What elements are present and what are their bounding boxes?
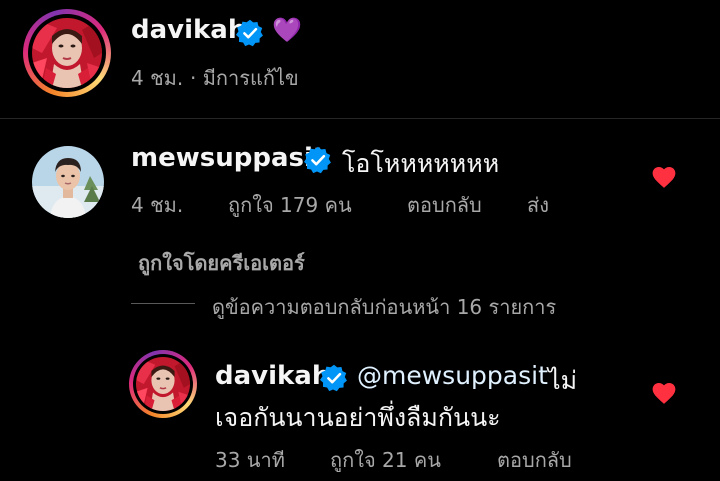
caption-username[interactable]: davikah [131, 15, 246, 45]
reply-reply-button[interactable]: ตอบกลับ [497, 444, 572, 476]
reply-likes-count[interactable]: ถูกใจ 21 คน [330, 444, 441, 476]
liked-by-creator-label: ถูกใจโดยครีเอเตอร์ [138, 251, 305, 275]
verified-badge-icon [304, 146, 332, 174]
verified-badge-icon [320, 364, 348, 392]
comment-reply-button[interactable]: ตอบกลับ [407, 189, 482, 221]
view-replies-line [131, 303, 195, 304]
reply-username[interactable]: davikah [215, 361, 330, 391]
comment-likes-count[interactable]: ถูกใจ 179 คน [228, 189, 352, 221]
caption-avatar[interactable] [32, 18, 102, 88]
reply-text-line2: เจอกันนานอย่าพึ่งลืมกันนะ [215, 403, 501, 432]
reply-timestamp: 33 นาที [215, 448, 285, 472]
comment-username[interactable]: mewsuppasit [131, 143, 325, 173]
reply-mention-link[interactable]: @mewsuppasit [357, 361, 548, 390]
caption-timestamp: 4 ชม. [131, 66, 184, 90]
heart-icon[interactable] [651, 381, 677, 405]
comment-timestamp: 4 ชม. [131, 193, 184, 217]
caption-divider [0, 118, 720, 119]
verified-badge-icon [236, 19, 264, 47]
reply-avatar[interactable] [136, 357, 190, 411]
heart-icon[interactable] [651, 165, 677, 189]
comment-text: โอโหหหหหหห [342, 149, 500, 178]
caption-edited-label: · มีการแก้ไข [190, 66, 299, 90]
comment-avatar[interactable] [32, 146, 104, 218]
view-previous-replies-button[interactable]: ดูข้อความตอบกลับก่อนหน้า 16 รายการ [212, 291, 556, 323]
comment-send-button[interactable]: ส่ง [527, 189, 549, 221]
caption-emoji: 💜 [272, 16, 302, 44]
reply-text-line1: ไม่ [548, 366, 578, 395]
